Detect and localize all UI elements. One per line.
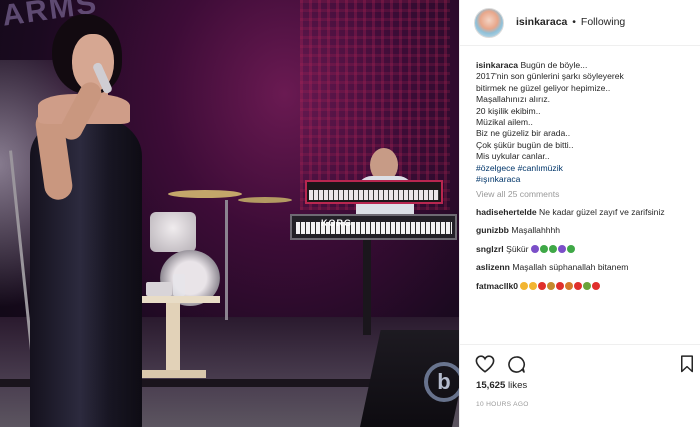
comment-icon[interactable]: [507, 355, 526, 379]
comment-text: Maşallah süphanallah bitanem: [512, 262, 629, 273]
drum: [150, 212, 196, 252]
comment-text: Ne kadar güzel zayıf ve zarifsiniz: [539, 206, 665, 217]
watermark-logo: b: [424, 362, 459, 402]
post-actions: 15,625 likes 10 HOURS AGO: [460, 344, 700, 427]
comment: gunizbb Maşallahhhh: [476, 225, 698, 236]
avatar[interactable]: [474, 8, 504, 38]
cymbal: [168, 190, 242, 198]
comment-username[interactable]: gunizbb: [476, 225, 509, 235]
caption-username[interactable]: isinkaraca: [476, 60, 518, 70]
caption: isinkaraca Bugün de böyle... 2017'nin so…: [476, 60, 698, 185]
emoji: [520, 281, 529, 290]
caption-line: Müzikal ailem..: [476, 117, 533, 128]
header-separator: •: [572, 16, 576, 28]
lower-keyboard-keys: [296, 222, 452, 234]
caption-line: Mis uykular canlar..: [476, 151, 550, 162]
emoji: [565, 281, 574, 290]
cup: [146, 282, 172, 296]
upper-keyboard-keys: [309, 190, 439, 200]
post-photo[interactable]: ARMS KORG b: [0, 0, 459, 427]
comment-username[interactable]: snglzrl: [476, 244, 504, 254]
comment-text: Şükür: [506, 243, 529, 254]
emoji-row: [520, 281, 601, 291]
glass: [173, 274, 185, 296]
emoji: [539, 244, 548, 253]
caption-line: isinkaraca Bugün de böyle...: [476, 60, 698, 71]
view-all-comments-link[interactable]: View all 25 comments: [476, 189, 698, 200]
caption-line: Çok şükür bugün de bitti..: [476, 139, 574, 150]
comment: aslizenn Maşallah süphanallah bitanem: [476, 262, 698, 273]
emoji: [538, 281, 547, 290]
caption-line: 20 kişilik ekibim..: [476, 105, 541, 116]
emoji: [583, 281, 592, 290]
comment-text: Maşallahhhh: [511, 225, 561, 236]
hashtag-link[interactable]: #özelgece #canlımüzik: [476, 163, 698, 174]
caption-line: Biz ne güzeliz bir arada..: [476, 128, 571, 139]
emoji: [574, 281, 583, 290]
comment: hadisehertelde Ne kadar güzel zayıf ve z…: [476, 207, 698, 218]
emoji: [556, 281, 565, 290]
table-base: [140, 370, 206, 378]
comment-username[interactable]: hadisehertelde: [476, 207, 537, 217]
emoji: [547, 281, 556, 290]
cymbal: [238, 197, 292, 203]
post-header: isinkaraca • Following: [460, 0, 700, 46]
table-leg: [166, 303, 180, 375]
comment-username[interactable]: fatmacllk0: [476, 281, 518, 291]
emoji: [557, 244, 566, 253]
emoji: [566, 244, 575, 253]
caption-text: Bugün de böyle...: [520, 60, 588, 70]
comment: fatmacllk0: [476, 281, 698, 292]
header-username[interactable]: isinkaraca: [516, 16, 567, 28]
comments-area: isinkaraca Bugün de böyle... 2017'nin so…: [476, 60, 698, 299]
comment-username[interactable]: aslizenn: [476, 262, 510, 272]
emoji: [530, 244, 539, 253]
emoji: [592, 281, 601, 290]
header-text: isinkaraca • Following: [516, 16, 625, 28]
likes-label: likes: [508, 380, 528, 391]
keyboard-stand: [363, 240, 371, 335]
likes-count[interactable]: 15,625 likes: [476, 380, 527, 391]
emoji-row: [530, 244, 576, 254]
post-timestamp: 10 HOURS AGO: [476, 401, 529, 408]
hashtag-link[interactable]: #ışınkaraca: [476, 174, 698, 185]
bookmark-icon[interactable]: [680, 355, 694, 378]
comment: snglzrl Şükür: [476, 244, 698, 255]
likes-number: 15,625: [476, 380, 506, 391]
emoji: [529, 281, 538, 290]
heart-icon[interactable]: [475, 355, 495, 378]
drum-stand: [225, 200, 228, 320]
caption-line: bitirmek ne güzel geliyor hepimize..: [476, 82, 611, 93]
caption-line: Maşallahınızı alırız.: [476, 94, 551, 105]
keyboard-brand: KORG: [321, 218, 352, 228]
caption-line: 2017'nin son günlerini şarkı söyleyerek: [476, 71, 624, 82]
post-side-panel: isinkaraca • Following isinkaraca Bugün …: [459, 0, 700, 427]
emoji: [548, 244, 557, 253]
following-button[interactable]: Following: [581, 16, 625, 28]
